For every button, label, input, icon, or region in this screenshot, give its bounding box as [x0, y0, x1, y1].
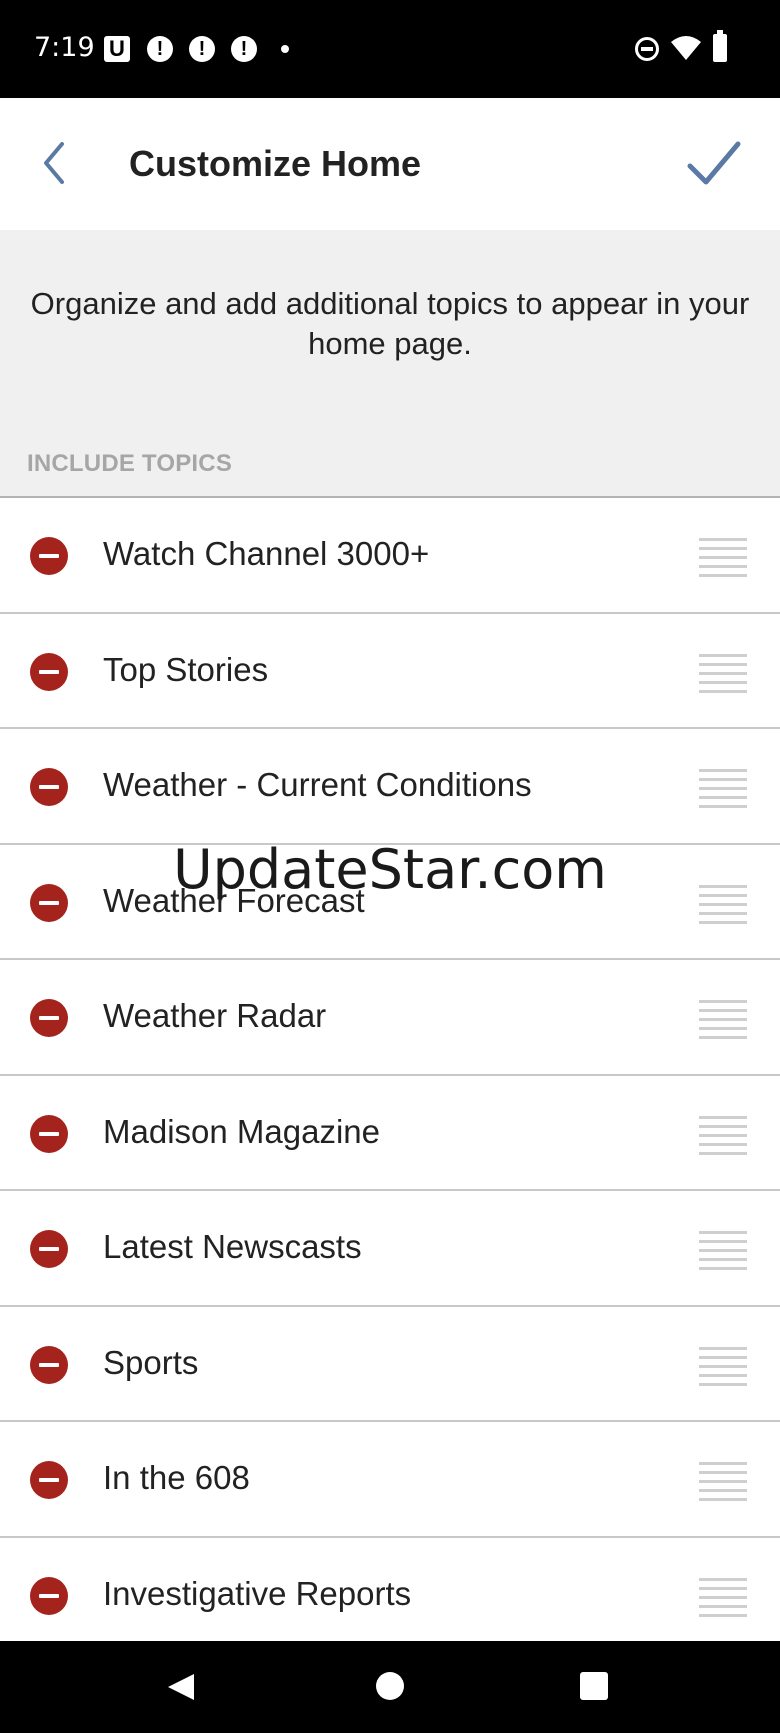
topic-label: Weather Radar — [103, 997, 327, 1034]
topic-row: Weather - Current Conditions — [0, 729, 780, 845]
drag-handle-icon[interactable] — [699, 1115, 747, 1155]
remove-circle-icon[interactable] — [30, 1576, 68, 1615]
drag-handle-icon[interactable] — [699, 1577, 747, 1617]
alert-icon — [147, 36, 173, 62]
intro-text: Organize and add additional topics to ap… — [30, 286, 750, 361]
alert-icon — [189, 36, 215, 62]
wifi-icon — [671, 36, 701, 60]
topic-row: Top Stories — [0, 613, 780, 729]
dot-icon — [281, 45, 289, 53]
alert-icon — [231, 36, 257, 62]
topic-row: Watch Channel 3000+ — [0, 498, 780, 614]
topic-row: Investigative Reports — [0, 1537, 780, 1653]
drag-handle-icon[interactable] — [699, 653, 747, 693]
do-not-disturb-icon — [635, 37, 659, 61]
drag-handle-icon[interactable] — [699, 1462, 747, 1501]
u-app-icon — [104, 36, 130, 62]
drag-handle-icon[interactable] — [699, 1000, 747, 1039]
chevron-left-icon — [44, 142, 64, 184]
drag-handle-icon[interactable] — [699, 1346, 747, 1386]
app-bar: Customize Home — [0, 98, 780, 230]
topic-row: Latest Newscasts — [0, 1191, 780, 1307]
topic-label: Sports — [103, 1343, 199, 1381]
remove-circle-icon[interactable] — [30, 652, 68, 691]
remove-circle-icon[interactable] — [30, 537, 68, 575]
topic-row: Sports — [0, 1306, 780, 1422]
topic-row: Madison Magazine — [0, 1075, 780, 1191]
topic-label: Weather - Current Conditions — [103, 766, 532, 803]
remove-circle-icon[interactable] — [30, 1461, 68, 1499]
drag-handle-icon[interactable] — [699, 769, 747, 808]
info-panel: Organize and add additional topics to ap… — [0, 230, 780, 498]
nav-back-icon[interactable] — [166, 1672, 196, 1702]
done-button[interactable] — [684, 136, 744, 190]
status-bar: 7:19 — [0, 0, 780, 98]
page-title: Customize Home — [129, 143, 422, 184]
remove-circle-icon[interactable] — [30, 999, 68, 1037]
section-header: INCLUDE TOPICS — [27, 450, 233, 477]
topic-label: Madison Magazine — [103, 1112, 380, 1150]
remove-circle-icon[interactable] — [30, 1345, 68, 1384]
topic-label: In the 608 — [103, 1459, 250, 1496]
status-time: 7:19 — [34, 32, 95, 63]
navigation-bar — [0, 1641, 780, 1733]
nav-home-icon[interactable] — [376, 1672, 404, 1700]
topic-label: Investigative Reports — [103, 1574, 412, 1612]
remove-circle-icon[interactable] — [30, 1114, 68, 1153]
remove-circle-icon[interactable] — [30, 768, 68, 806]
nav-recents-icon[interactable] — [580, 1672, 608, 1700]
battery-icon — [713, 30, 727, 62]
remove-circle-icon[interactable] — [30, 1230, 68, 1268]
drag-handle-icon[interactable] — [699, 1231, 747, 1270]
drag-handle-icon[interactable] — [699, 538, 747, 577]
topic-label: Top Stories — [103, 650, 269, 688]
topic-row: Weather Radar — [0, 960, 780, 1076]
topic-list: Watch Channel 3000+ Top Stories Weather … — [0, 498, 780, 1653]
watermark: UpdateStar.com — [173, 838, 607, 901]
topic-row: In the 608 — [0, 1422, 780, 1538]
topic-label: Latest Newscasts — [103, 1228, 362, 1265]
topic-label: Watch Channel 3000+ — [103, 535, 430, 572]
checkmark-icon — [687, 141, 741, 185]
back-button[interactable] — [30, 138, 80, 188]
